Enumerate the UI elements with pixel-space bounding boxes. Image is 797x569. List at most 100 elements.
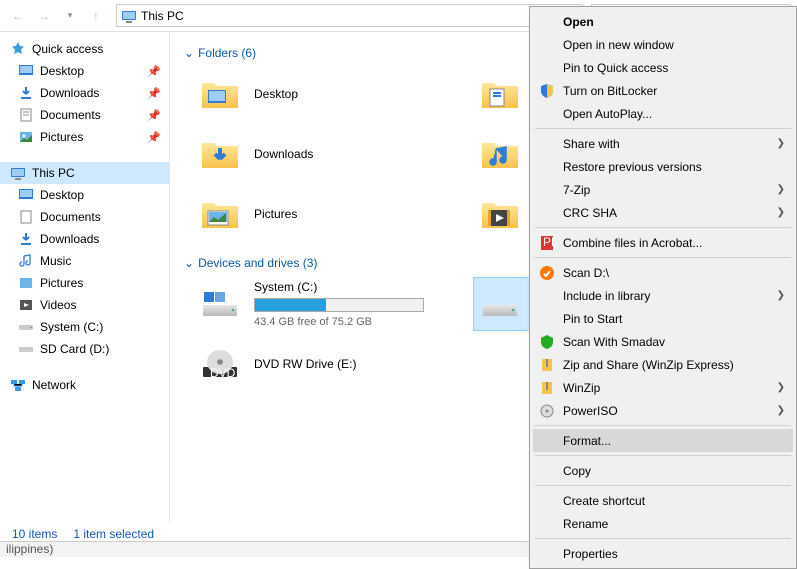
avast-icon [539, 265, 555, 281]
drive-dvd-e[interactable]: DVD DVD RW Drive (E:) [194, 338, 444, 390]
sidebar-network[interactable]: Network [0, 374, 169, 396]
context-menu-separator [535, 128, 791, 129]
selection-count: 1 item selected [73, 527, 154, 541]
folder-desktop[interactable]: Desktop [194, 68, 444, 120]
context-menu-label: Open [563, 15, 594, 29]
context-menu-label: PowerISO [563, 404, 618, 418]
context-menu-label: Rename [563, 517, 608, 531]
downloads-folder-icon [196, 132, 244, 176]
back-button[interactable]: ← [6, 4, 30, 28]
context-menu-label: 7-Zip [563, 183, 590, 197]
sidebar-pc-pictures[interactable]: Pictures [0, 272, 169, 294]
folder-downloads[interactable]: Downloads [194, 128, 444, 180]
storage-bar [254, 298, 424, 312]
context-menu-item[interactable]: WinZip❯ [533, 376, 793, 399]
context-menu-item[interactable]: Turn on BitLocker [533, 79, 793, 102]
music-icon [18, 253, 34, 269]
chevron-down-icon: ⌄ [184, 256, 194, 270]
sidebar-qa-documents[interactable]: Documents📌 [0, 104, 169, 126]
context-menu-item[interactable]: Scan With Smadav [533, 330, 793, 353]
context-menu-item[interactable]: Format... [533, 429, 793, 452]
zip-icon [539, 380, 555, 396]
music-folder-icon [476, 132, 524, 176]
context-menu-item[interactable]: Pin to Quick access [533, 56, 793, 79]
item-count: 10 items [12, 527, 57, 541]
sidebar-this-pc[interactable]: This PC [0, 162, 169, 184]
smadav-icon [539, 334, 555, 350]
sidebar-quick-access[interactable]: Quick access [0, 38, 169, 60]
context-menu-item[interactable]: Share with❯ [533, 132, 793, 155]
context-menu-label: Pin to Quick access [563, 61, 668, 75]
network-icon [10, 377, 26, 393]
svg-text:DVD: DVD [210, 366, 236, 380]
context-menu-separator [535, 257, 791, 258]
context-menu-label: Open in new window [563, 38, 674, 52]
desktop-folder-icon [196, 72, 244, 116]
sidebar-qa-desktop[interactable]: Desktop📌 [0, 60, 169, 82]
forward-button[interactable]: → [32, 4, 56, 28]
context-menu-label: Zip and Share (WinZip Express) [563, 358, 734, 372]
disc-icon [539, 403, 555, 419]
sidebar-qa-pictures[interactable]: Pictures📌 [0, 126, 169, 148]
context-menu-item[interactable]: Open in new window [533, 33, 793, 56]
sidebar-pc-videos[interactable]: Videos [0, 294, 169, 316]
context-menu-item[interactable]: CRC SHA ❯ [533, 201, 793, 224]
documents-folder-icon [476, 72, 524, 116]
context-menu-item[interactable]: 7-Zip ❯ [533, 178, 793, 201]
context-menu-label: Copy [563, 464, 591, 478]
recent-dropdown[interactable]: ▾ [58, 4, 82, 28]
chevron-right-icon: ❯ [777, 184, 785, 195]
status-bar: 10 items 1 item selected [12, 527, 154, 541]
sidebar-pc-documents[interactable]: Documents [0, 206, 169, 228]
zip-icon [539, 357, 555, 373]
context-menu-label: Properties [563, 547, 618, 561]
downloads-icon [18, 85, 34, 101]
context-menu-item[interactable]: Scan D:\ [533, 261, 793, 284]
chevron-right-icon: ❯ [777, 207, 785, 218]
context-menu-item[interactable]: Properties [533, 542, 793, 565]
context-menu-item[interactable]: PowerISO ❯ [533, 399, 793, 422]
context-menu-item[interactable]: Include in library❯ [533, 284, 793, 307]
sidebar-pc-music[interactable]: Music [0, 250, 169, 272]
drive-icon [476, 282, 524, 326]
sidebar-pc-drive-d[interactable]: SD Card (D:) [0, 338, 169, 360]
up-button[interactable]: ↑ [84, 4, 108, 28]
context-menu-item[interactable]: Open [533, 10, 793, 33]
context-menu-separator [535, 227, 791, 228]
context-menu-separator [535, 425, 791, 426]
context-menu-item[interactable]: Open AutoPlay... [533, 102, 793, 125]
context-menu-item[interactable]: Rename [533, 512, 793, 535]
sidebar-pc-desktop[interactable]: Desktop [0, 184, 169, 206]
pin-icon: 📌 [147, 65, 161, 78]
sidebar-pc-drive-c[interactable]: System (C:) [0, 316, 169, 338]
context-menu-separator [535, 485, 791, 486]
sidebar-pc-downloads[interactable]: Downloads [0, 228, 169, 250]
context-menu-item[interactable]: PDFCombine files in Acrobat... [533, 231, 793, 254]
context-menu-item[interactable]: Restore previous versions [533, 155, 793, 178]
context-menu-label: Scan D:\ [563, 266, 609, 280]
context-menu-label: CRC SHA [563, 206, 617, 220]
context-menu-separator [535, 455, 791, 456]
chevron-right-icon: ❯ [777, 405, 785, 416]
context-menu-label: Format... [563, 434, 611, 448]
sidebar-qa-downloads[interactable]: Downloads📌 [0, 82, 169, 104]
address-bar[interactable]: This PC [116, 4, 583, 27]
context-menu-item[interactable]: Pin to Start [533, 307, 793, 330]
pictures-icon [18, 129, 34, 145]
downloads-icon [18, 231, 34, 247]
drive-system-c[interactable]: System (C:) 43.4 GB free of 75.2 GB [194, 278, 444, 330]
context-menu-label: Share with [563, 137, 620, 151]
context-menu-label: Scan With Smadav [563, 335, 665, 349]
context-menu-item[interactable]: Copy [533, 459, 793, 482]
chevron-right-icon: ❯ [777, 290, 785, 301]
folder-pictures[interactable]: Pictures [194, 188, 444, 240]
dvd-drive-icon: DVD [196, 342, 244, 386]
context-menu: Open Open in new window Pin to Quick acces… [529, 6, 797, 569]
context-menu-item[interactable]: Zip and Share (WinZip Express) [533, 353, 793, 376]
context-menu-item[interactable]: Create shortcut [533, 489, 793, 512]
videos-folder-icon [476, 192, 524, 236]
shield-icon [539, 83, 555, 99]
pictures-folder-icon [196, 192, 244, 236]
desktop-icon [18, 187, 34, 203]
pictures-icon [18, 275, 34, 291]
